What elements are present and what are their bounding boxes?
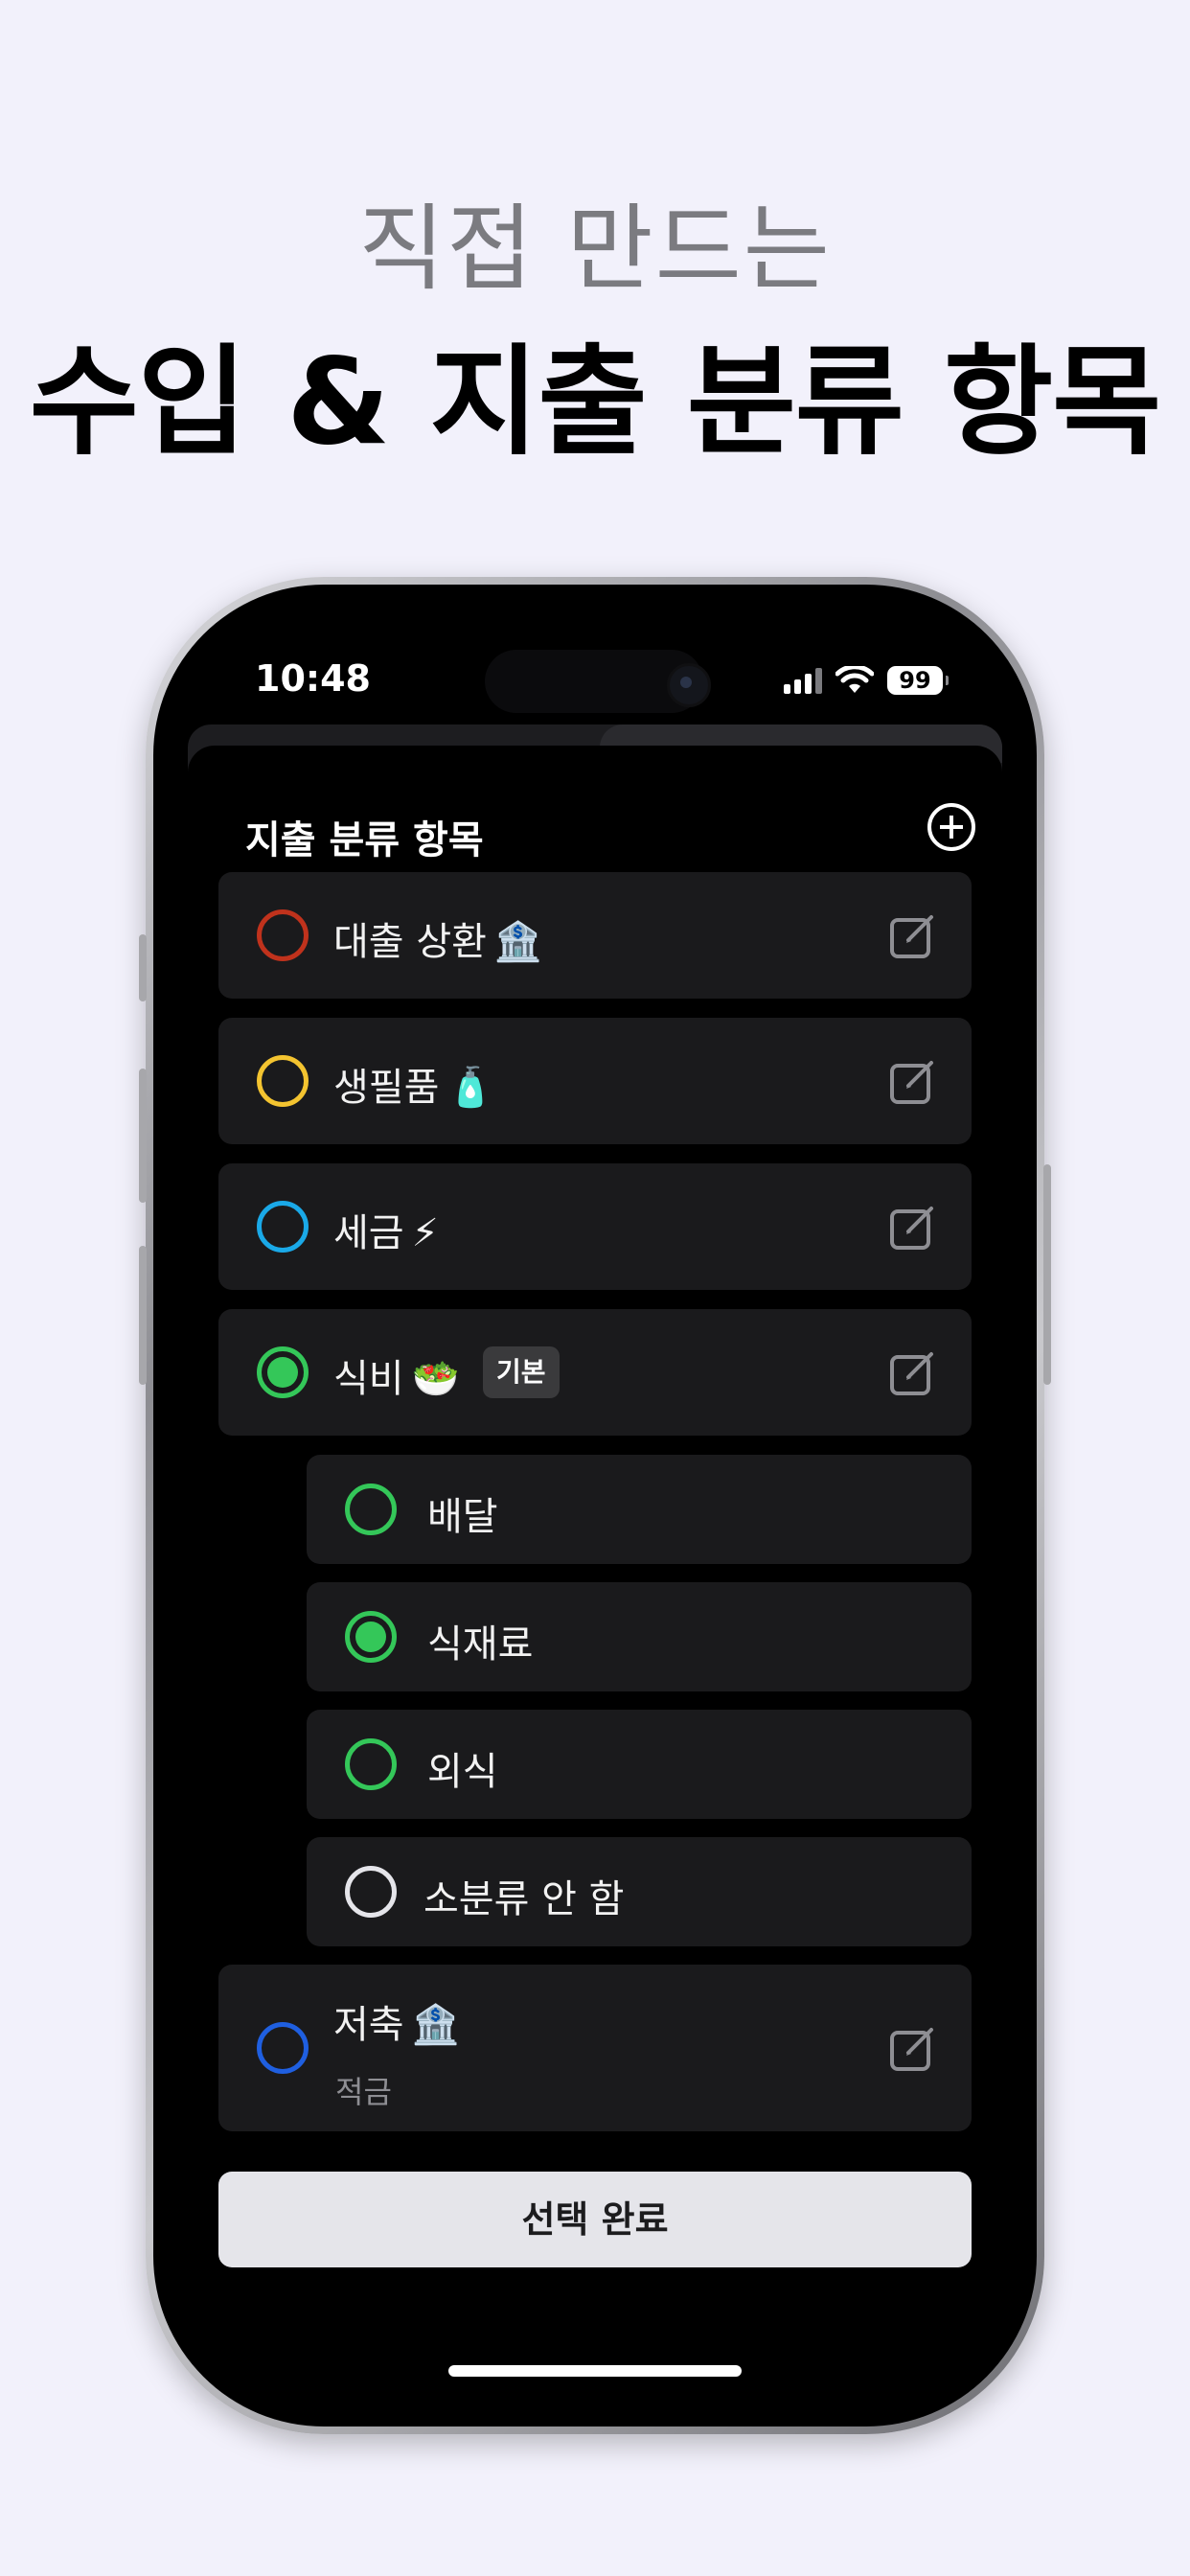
side-button-right: [1043, 1164, 1051, 1385]
add-category-button[interactable]: [927, 803, 975, 851]
edit-icon[interactable]: [889, 1348, 937, 1396]
default-badge: 기본: [483, 1346, 560, 1398]
radio-button[interactable]: [345, 1866, 397, 1918]
bank-icon: 🏦: [493, 920, 542, 964]
headline-subtitle: 직접 만드는: [358, 195, 832, 304]
radio-button[interactable]: [257, 1201, 309, 1253]
category-card-savings[interactable]: 저축 🏦 적금: [218, 1965, 972, 2131]
radio-button[interactable]: [257, 1346, 309, 1398]
subcategory-card[interactable]: 배달: [307, 1455, 972, 1564]
status-time: 10:48: [255, 657, 371, 700]
status-icons: 99: [784, 661, 949, 700]
side-button-left-3: [139, 1246, 147, 1385]
sheet-title: 지출 분류 항목: [245, 818, 484, 862]
radio-button[interactable]: [345, 1611, 397, 1663]
radio-button[interactable]: [257, 909, 309, 961]
category-label: 생필품 🧴: [333, 1066, 495, 1110]
subcategory-card[interactable]: 외식: [307, 1710, 972, 1819]
phone-screen: 10:48 99 지출 분류 항목 대출 상환 🏦 생필품 🧴 세금 ⚡ 식비 …: [159, 590, 1031, 2421]
category-sublabel: 적금: [335, 2074, 392, 2110]
subcategory-label: 외식: [427, 1750, 498, 1794]
wifi-icon: [835, 666, 874, 693]
radio-button[interactable]: [345, 1484, 397, 1535]
salad-icon: 🥗: [411, 1357, 460, 1401]
edit-icon[interactable]: [889, 2024, 937, 2072]
edit-icon[interactable]: [889, 911, 937, 959]
side-button-left-2: [139, 1069, 147, 1203]
category-label: 세금 ⚡: [333, 1211, 439, 1255]
radio-button[interactable]: [345, 1738, 397, 1790]
category-card[interactable]: 세금 ⚡: [218, 1163, 972, 1290]
done-button[interactable]: 선택 완료: [218, 2172, 972, 2267]
headline-title: 수입 & 지출 분류 항목: [29, 334, 1161, 472]
radio-button[interactable]: [257, 2022, 309, 2074]
side-button-left-1: [139, 934, 147, 1001]
subcategory-card[interactable]: 소분류 안 함: [307, 1837, 972, 1946]
camera-icon: [667, 663, 711, 707]
edit-icon[interactable]: [889, 1203, 937, 1251]
subcategory-label: 소분류 안 함: [423, 1877, 625, 1921]
category-label: 저축 🏦: [333, 2003, 460, 2047]
category-card[interactable]: 생필품 🧴: [218, 1018, 972, 1144]
subcategory-label: 식재료: [427, 1622, 534, 1667]
lightning-icon: ⚡: [411, 1211, 439, 1255]
category-card[interactable]: 식비 🥗 기본: [218, 1309, 972, 1436]
subcategory-label: 배달: [427, 1495, 498, 1539]
category-card[interactable]: 대출 상환 🏦: [218, 872, 972, 999]
category-label: 식비 🥗: [333, 1357, 460, 1401]
radio-button[interactable]: [257, 1055, 309, 1107]
home-indicator: [448, 2365, 742, 2377]
category-label: 대출 상환 🏦: [333, 920, 542, 964]
lotion-icon: 🧴: [446, 1066, 495, 1110]
subcategory-card[interactable]: 식재료: [307, 1582, 972, 1691]
signal-icon: [784, 667, 822, 694]
battery-icon: 99: [887, 666, 949, 695]
edit-icon[interactable]: [889, 1057, 937, 1105]
bank-icon: 🏦: [411, 2003, 460, 2047]
